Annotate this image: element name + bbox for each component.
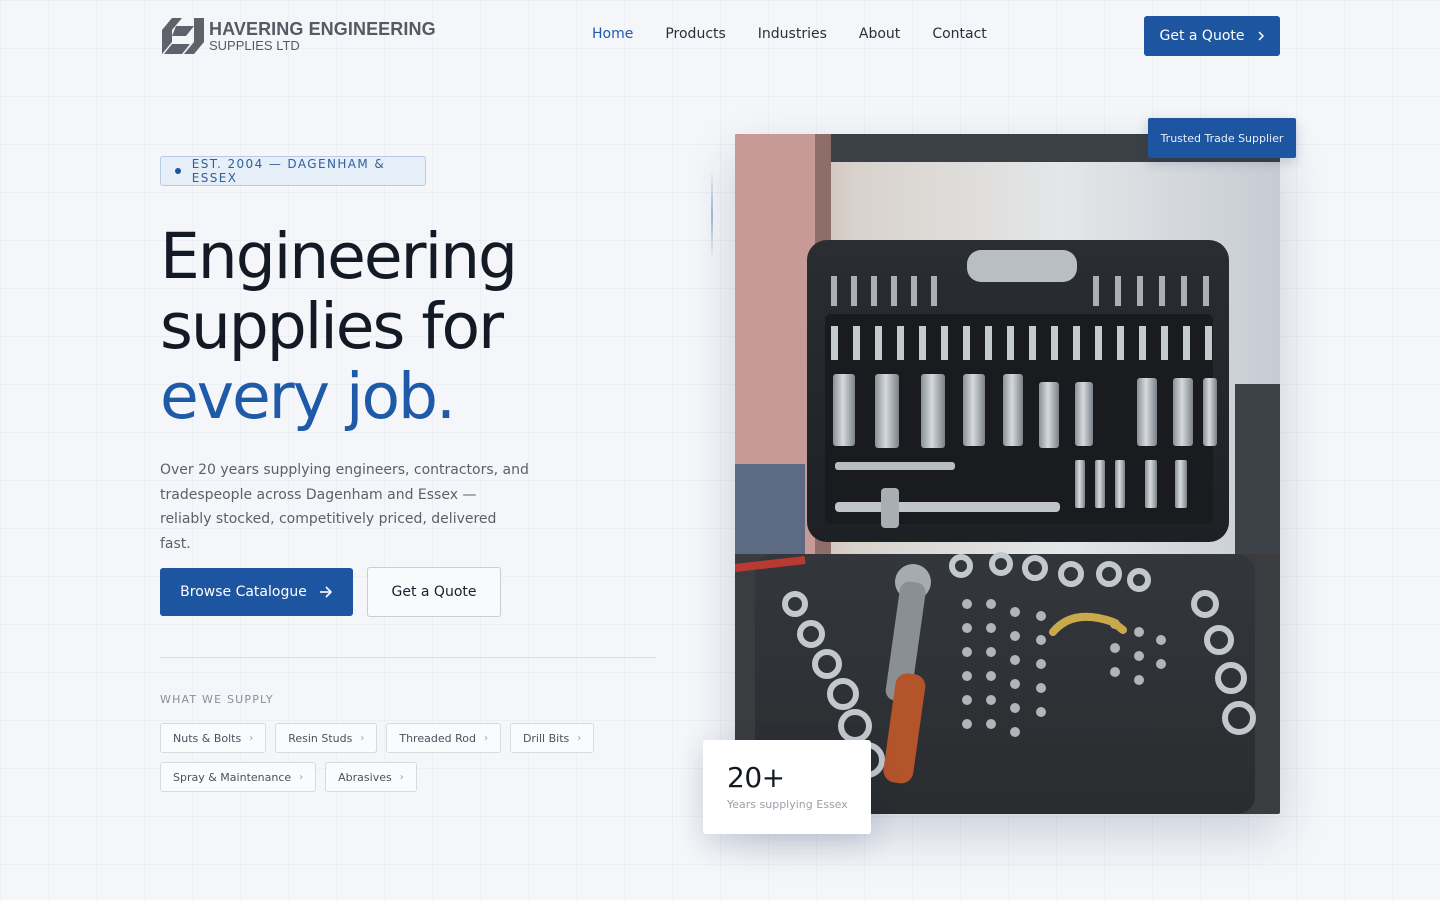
badge-text: EST. 2004 — DAGENHAM & ESSEX (191, 157, 386, 185)
category-chip-label: Spray & Maintenance (173, 770, 292, 784)
nav-about[interactable]: About (859, 26, 900, 42)
site-header: HAVERING ENGINEERING SUPPLIES LTD Home P… (0, 0, 1440, 72)
headline-line-1: Engineering (160, 220, 518, 293)
stat-card: 20+ Years supplying Essex (703, 740, 871, 834)
browse-catalogue-button[interactable]: Browse Catalogue (160, 568, 353, 616)
category-chip-label: Drill Bits (522, 731, 570, 745)
chevron-right-icon: › (483, 732, 488, 744)
chevron-right-icon: › (399, 771, 404, 783)
section-divider (160, 657, 656, 658)
category-chip-label: Abrasives (338, 770, 392, 784)
arrow-right-icon (319, 586, 332, 598)
nav-home[interactable]: Home (592, 26, 633, 42)
brand-name: HAVERING ENGINEERING (209, 19, 436, 39)
supply-heading: WHAT WE SUPPLY (160, 693, 274, 706)
category-chip-threaded-rod[interactable]: Threaded Rod › (386, 723, 501, 753)
category-chip-label: Nuts & Bolts (173, 731, 242, 745)
hero-headline: Engineering supplies for every job. (160, 220, 518, 433)
trusted-supplier-badge: Trusted Trade Supplier (1148, 118, 1296, 158)
brand-text: HAVERING ENGINEERING SUPPLIES LTD (209, 20, 436, 52)
chevron-right-icon: › (577, 732, 582, 744)
category-chip-label: Resin Studs (288, 731, 353, 745)
category-chip-label: Threaded Rod (399, 731, 476, 745)
chevron-right-icon: › (360, 732, 365, 744)
chevron-right-icon: › (249, 732, 254, 744)
category-chip-abrasives[interactable]: Abrasives › (325, 762, 417, 792)
headline-line-2: supplies for (160, 290, 504, 363)
header-quote-label: Get a Quote (1159, 28, 1245, 44)
nav-industries[interactable]: Industries (758, 26, 827, 42)
nav-products[interactable]: Products (665, 26, 725, 42)
category-chip-spray-maintenance[interactable]: Spray & Maintenance › (160, 762, 317, 792)
badge-dot (175, 168, 181, 174)
category-chip-nuts-bolts[interactable]: Nuts & Bolts › (160, 723, 267, 753)
hero-description: Over 20 years supplying engineers, contr… (160, 462, 529, 552)
stat-label: Years supplying Essex (727, 798, 848, 811)
stat-value: 20+ (727, 761, 785, 794)
category-chip-drill-bits[interactable]: Drill Bits › (509, 723, 595, 753)
brand-logo[interactable]: HAVERING ENGINEERING SUPPLIES LTD (160, 16, 436, 56)
brand-subtitle: SUPPLIES LTD (209, 38, 300, 53)
chevron-right-icon: › (299, 771, 304, 783)
main-nav: Home Products Industries About Contact (592, 26, 1019, 42)
browse-catalogue-label: Browse Catalogue (180, 584, 307, 600)
nav-contact[interactable]: Contact (932, 26, 986, 42)
category-chips: Nuts & Bolts › Resin Studs › Threaded Ro… (160, 723, 620, 792)
get-quote-button[interactable]: Get a Quote (367, 567, 501, 617)
header-quote-button[interactable]: Get a Quote (1144, 16, 1280, 56)
decorative-accent-line (711, 170, 713, 260)
hero-image-toolbox (735, 134, 1280, 814)
category-chip-resin-studs[interactable]: Resin Studs › (275, 723, 378, 753)
stylised-h-icon (162, 18, 204, 54)
established-badge: EST. 2004 — DAGENHAM & ESSEX (160, 156, 426, 186)
toolbox-illustration (735, 134, 1280, 814)
headline-line-3: every job. (160, 360, 456, 433)
chevron-right-icon (1257, 31, 1264, 41)
